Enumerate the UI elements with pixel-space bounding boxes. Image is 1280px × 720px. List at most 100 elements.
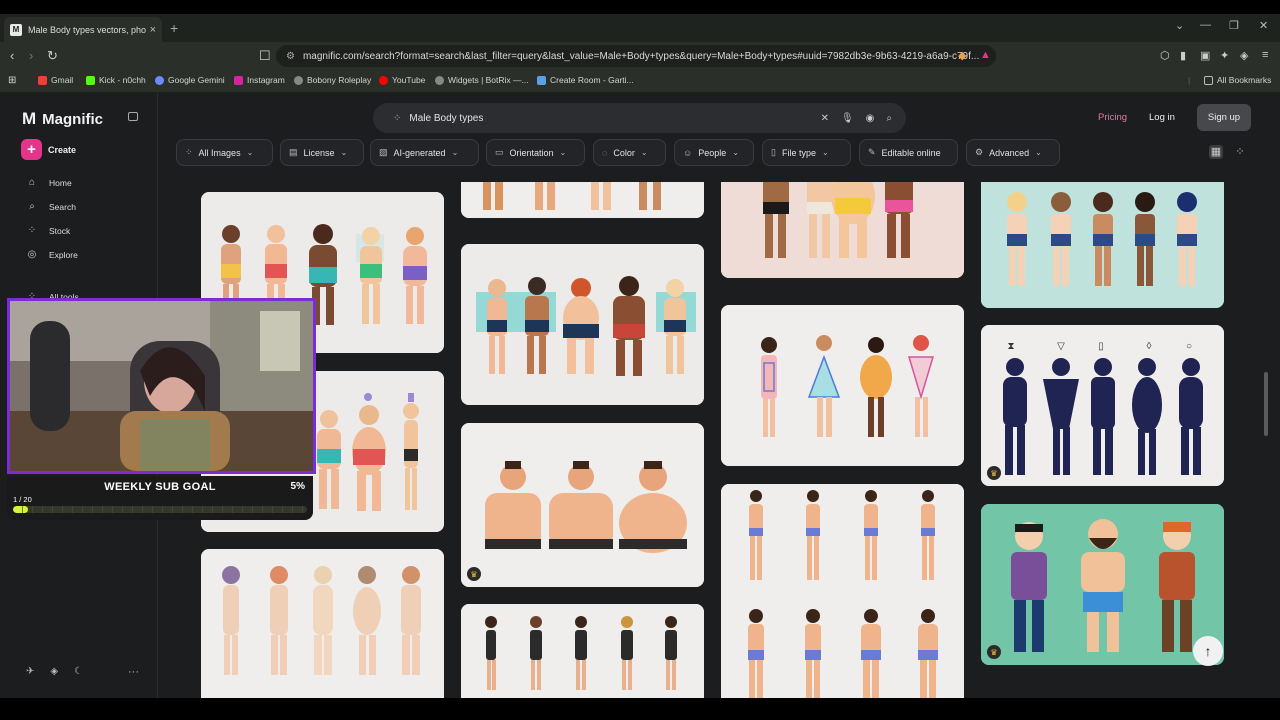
globe-icon [294, 75, 303, 85]
login-link[interactable]: Log in [1149, 112, 1175, 123]
result-card[interactable] [981, 182, 1224, 308]
file-icon: ▯ [771, 147, 776, 157]
create-button[interactable]: + Create [21, 139, 76, 160]
search-input[interactable]: Male Body types [409, 113, 820, 124]
female-body-types-illustration [201, 549, 444, 698]
wallet-icon[interactable]: ▣ [1200, 49, 1210, 62]
result-card[interactable] [721, 305, 964, 466]
result-card[interactable]: ⧗ ▽ ▯ ◊ ○ ♛ [981, 325, 1224, 486]
search-bar[interactable]: ⁘ Male Body types ✕ 🎙 ◉ ⌕ [373, 103, 906, 133]
globe-icon [435, 75, 444, 85]
close-icon[interactable]: × [150, 24, 156, 36]
menu-icon[interactable]: ≡ [1262, 49, 1268, 61]
clear-icon[interactable]: ✕ [821, 113, 829, 124]
result-card[interactable] [461, 182, 704, 218]
pencil-icon: ✎ [868, 147, 876, 157]
filter-advanced[interactable]: ⚙ Advanced ⌄ [966, 139, 1060, 166]
goal-title: WEEKLY SUB GOAL [104, 481, 216, 493]
result-card[interactable] [461, 604, 704, 698]
address-bar[interactable]: ⚙ magnific.com/search?format=search&last… [276, 45, 996, 67]
bookmark-gemini[interactable]: Google Gemini [155, 75, 225, 85]
restore-icon[interactable]: ❐ [1229, 19, 1239, 32]
chevron-down-icon: ⌄ [1035, 148, 1042, 157]
result-card[interactable] [721, 484, 964, 698]
bookmarks-divider: | [1188, 75, 1191, 85]
bookmark-botrix[interactable]: Widgets | BotRix —... [435, 75, 529, 85]
search-icon: ⌕ [29, 201, 35, 212]
result-card[interactable]: ♛ [981, 504, 1224, 665]
home-icon: ⌂ [28, 177, 36, 188]
sidebar-item-explore[interactable]: ◎ Explore [26, 249, 78, 260]
microphone-icon[interactable]: 🎙 [841, 113, 854, 124]
bookmark-gartic[interactable]: Create Room - Garti... [537, 75, 634, 85]
filter-license[interactable]: ▤ License ⌄ [280, 139, 364, 166]
sidebar-icon[interactable]: ▮ [1180, 49, 1186, 62]
extensions-icon[interactable]: ⬡ [1160, 49, 1170, 62]
bookmark-gmail[interactable]: Gmail [38, 75, 73, 85]
signup-button[interactable]: Sign up [1197, 104, 1251, 131]
youtube-icon [379, 75, 388, 85]
premium-crown-icon: ♛ [467, 567, 481, 581]
site-info-icon[interactable]: ⚙ [286, 51, 295, 62]
layers-icon[interactable]: ◈ [50, 666, 58, 677]
filter-grid-icon[interactable]: ⁘ [393, 113, 401, 124]
back-icon[interactable]: ‹ [10, 48, 14, 63]
all-bookmarks[interactable]: All Bookmarks [1204, 75, 1271, 85]
minimize-icon[interactable]: — [1200, 19, 1211, 31]
vpn-icon[interactable]: ◈ [1240, 49, 1248, 62]
silhouettes-illustration: ⧗ ▽ ▯ ◊ ○ [981, 325, 1224, 486]
bookmark-icon[interactable]: ☐ [259, 48, 271, 64]
pricing-link[interactable]: Pricing [1098, 112, 1127, 123]
chevron-down-icon: ⌄ [640, 148, 648, 157]
sidebar-item-stock[interactable]: ⁘ Stock [26, 225, 70, 236]
brand-logo[interactable]: M Magnific [22, 109, 103, 129]
tab-bar: M Male Body types vectors, photo × + ⌄ —… [0, 14, 1280, 42]
apps-icon[interactable]: ⊞ [8, 75, 16, 86]
premium-crown-icon: ♛ [987, 645, 1001, 659]
bookmark-kick[interactable]: Kick - n0chh [86, 75, 146, 85]
theme-moon-icon[interactable]: ☾ [74, 666, 83, 677]
goal-progress-ticks [13, 506, 307, 513]
bookmark-instagram[interactable]: Instagram [234, 75, 285, 85]
scrollbar-thumb[interactable] [1264, 372, 1268, 436]
notifications-icon[interactable]: ✈ [26, 666, 34, 677]
three-men-illustration [981, 504, 1224, 665]
goal-progress-bar [13, 506, 307, 513]
dense-grid-icon[interactable]: ⁘ [1233, 145, 1247, 159]
rewards-icon[interactable]: ▲ [980, 49, 991, 61]
chevron-down-icon[interactable]: ⌄ [1175, 19, 1184, 32]
collapse-sidebar-icon[interactable] [128, 112, 138, 121]
filter-color[interactable]: ◌ Color ⌄ [593, 139, 666, 166]
grid-view-icon[interactable]: ▦ [1209, 145, 1223, 159]
result-card[interactable] [461, 244, 704, 405]
filter-people[interactable]: ☺ People ⌄ [674, 139, 754, 166]
boys-body-types-illustration [981, 182, 1224, 308]
url-text: magnific.com/search?format=search&last_f… [302, 50, 980, 62]
close-window-icon[interactable]: ✕ [1259, 19, 1268, 32]
browser-tab[interactable]: M Male Body types vectors, photo × [4, 17, 162, 42]
scroll-to-top-icon[interactable]: ↑ [1193, 636, 1223, 666]
filter-orientation[interactable]: ▭ Orientation ⌄ [486, 139, 585, 166]
forward-icon[interactable]: › [29, 48, 33, 63]
filter-all-images[interactable]: ⁘ All Images ⌄ [176, 139, 273, 166]
male-body-shapes-illustration [461, 244, 704, 405]
camera-icon[interactable]: ◉ [866, 113, 875, 124]
filter-ai-generated[interactable]: ▨ AI-generated ⌄ [370, 139, 479, 166]
sidebar-item-search[interactable]: ⌕ Search [26, 201, 76, 212]
filter-editable-online[interactable]: ✎ Editable online [859, 139, 958, 166]
leo-icon[interactable]: ✦ [1220, 49, 1229, 62]
search-icon[interactable]: ⌕ [886, 113, 892, 124]
result-card[interactable]: ♛ [461, 423, 704, 587]
bookmark-bobony[interactable]: Bobony Roleplay [294, 75, 371, 85]
reload-icon[interactable]: ↻ [47, 48, 58, 64]
bookmark-youtube[interactable]: YouTube [379, 75, 425, 85]
result-card[interactable] [721, 182, 964, 278]
filter-file-type[interactable]: ▯ File type ⌄ [762, 139, 851, 166]
webcam-overlay [7, 298, 316, 474]
new-tab-icon[interactable]: + [170, 20, 178, 36]
sidebar-item-home[interactable]: ⌂ Home [26, 177, 72, 188]
brave-shield-icon[interactable]: ◆ [958, 49, 966, 62]
more-icon[interactable]: ··· [128, 666, 139, 678]
result-card[interactable] [201, 549, 444, 698]
orientation-icon: ▭ [495, 147, 504, 157]
